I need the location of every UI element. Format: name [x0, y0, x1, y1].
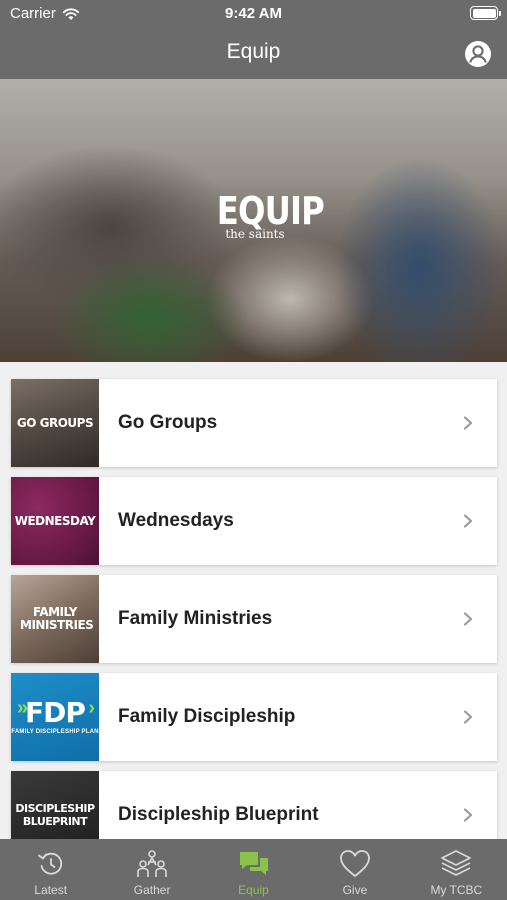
hero-title: EQUIP: [216, 189, 325, 233]
list-item-family-ministries[interactable]: FAMILY MINISTRIES Family Ministries: [11, 575, 497, 663]
battery-icon: [470, 6, 501, 20]
heart-icon: [340, 850, 370, 877]
list-item-go-groups[interactable]: GO GROUPS Go Groups: [11, 379, 497, 467]
equip-list: GO GROUPS Go Groups WEDNESDAY Wednesdays…: [11, 379, 497, 869]
history-icon: [37, 852, 62, 875]
arrow-right-icon: ›: [88, 697, 95, 719]
thumbnail-sublabel: FAMILY DISCIPLESHIP PLAN: [11, 729, 99, 735]
chevron-right-icon: [463, 514, 473, 528]
profile-icon[interactable]: [464, 40, 492, 68]
chevron-right-icon: [463, 710, 473, 724]
chevron-right-icon: [463, 416, 473, 430]
status-bar: Carrier 9:42 AM: [0, 0, 507, 28]
hero-wordmark: EQUIP the saints: [210, 189, 325, 241]
hero-banner: EQUIP the saints: [0, 79, 507, 362]
tab-bar: Latest Gather Equip Give My TCBC: [0, 839, 507, 900]
tab-label: Give: [342, 883, 368, 897]
tab-latest[interactable]: Latest: [0, 839, 101, 900]
tab-my-tcbc[interactable]: My TCBC: [406, 839, 507, 900]
tab-label: My TCBC: [430, 883, 483, 897]
chevron-right-icon: [463, 808, 473, 822]
thumbnail-label: FDP: [25, 696, 86, 729]
chat-bubbles-icon: [239, 852, 268, 875]
page-title: Equip: [226, 40, 281, 63]
tab-equip[interactable]: Equip: [203, 839, 304, 900]
tab-label: Gather: [133, 883, 171, 897]
thumbnail-label: DISCIPLESHIP BLUEPRINT: [15, 802, 95, 828]
clock: 9:42 AM: [225, 5, 282, 22]
list-item-title: Family Ministries: [118, 608, 273, 629]
thumbnail-label: WEDNESDAY: [14, 513, 96, 528]
thumbnail-label: GO GROUPS: [16, 415, 94, 430]
list-item-family-discipleship[interactable]: » FDP FAMILY DISCIPLESHIP PLAN › Family …: [11, 673, 497, 761]
list-item-title: Family Discipleship: [118, 706, 296, 727]
tab-gather[interactable]: Gather: [101, 839, 202, 900]
thumbnail-label: FAMILY MINISTRIES: [20, 605, 94, 632]
list-item-title: Discipleship Blueprint: [118, 804, 319, 825]
layers-icon: [441, 850, 472, 876]
wednesdays-thumbnail: WEDNESDAY: [11, 477, 99, 565]
list-item-title: Go Groups: [118, 412, 218, 433]
family-ministries-thumbnail: FAMILY MINISTRIES: [11, 575, 99, 663]
people-icon: [137, 850, 167, 877]
go-groups-thumbnail: GO GROUPS: [11, 379, 99, 467]
chevron-right-icon: [463, 612, 473, 626]
tab-give[interactable]: Give: [304, 839, 405, 900]
list-item-title: Wednesdays: [118, 510, 234, 531]
tab-label: Latest: [34, 883, 68, 897]
family-discipleship-thumbnail: » FDP FAMILY DISCIPLESHIP PLAN ›: [11, 673, 99, 761]
tab-label: Equip: [238, 883, 269, 897]
list-item-wednesdays[interactable]: WEDNESDAY Wednesdays: [11, 477, 497, 565]
top-bar: Carrier 9:42 AM Equip: [0, 0, 507, 79]
